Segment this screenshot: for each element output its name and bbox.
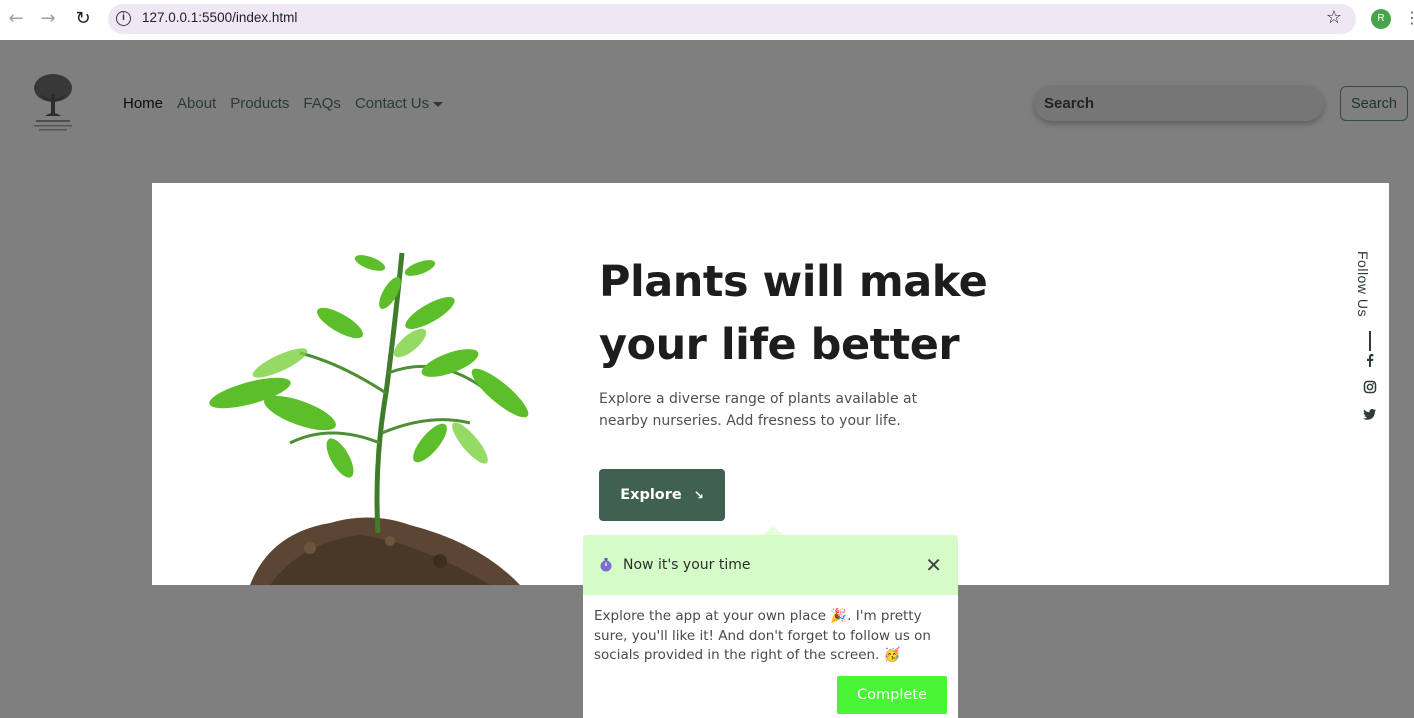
follow-us-label: Follow Us xyxy=(1355,251,1371,317)
hero-headline: Plants will make your life better xyxy=(599,257,988,370)
caret-down-icon xyxy=(433,101,444,107)
nav-about[interactable]: About xyxy=(177,95,216,112)
complete-button[interactable]: Complete xyxy=(837,676,947,714)
forward-arrow-icon[interactable]: → xyxy=(36,8,60,32)
explore-label: Explore xyxy=(620,487,682,503)
browser-toolbar: ← → ↻ i 127.0.0.1:5500/index.html ☆ R ⋮ xyxy=(0,0,1414,40)
popover-title: Now it's your time xyxy=(623,557,751,573)
back-arrow-icon[interactable]: ← xyxy=(4,8,28,32)
popover-header: Now it's your time ✕ xyxy=(583,535,958,595)
tour-popover: Now it's your time ✕ Explore the app at … xyxy=(583,525,958,718)
twitter-icon[interactable] xyxy=(1363,407,1377,421)
site-info-icon[interactable]: i xyxy=(116,11,131,26)
nav-faqs[interactable]: FAQs xyxy=(303,95,341,112)
url-text[interactable]: 127.0.0.1:5500/index.html xyxy=(142,10,297,25)
popover-arrow xyxy=(763,525,783,535)
search-input[interactable] xyxy=(1034,85,1324,121)
nav-contact-label: Contact Us xyxy=(354,95,430,112)
close-icon[interactable]: ✕ xyxy=(925,553,942,578)
nav-contact-dropdown[interactable]: Contact Us xyxy=(354,95,444,112)
bookmark-star-icon[interactable]: ☆ xyxy=(1326,7,1342,28)
plant-image xyxy=(190,243,540,585)
arrow-down-right-icon: ↘ xyxy=(693,488,704,502)
hero-subtext: Explore a diverse range of plants availa… xyxy=(599,391,918,429)
popover-body: Explore the app at your own place 🎉. I'm… xyxy=(594,608,931,663)
reload-icon[interactable]: ↻ xyxy=(71,8,95,32)
address-bar[interactable]: i 127.0.0.1:5500/index.html ☆ xyxy=(108,4,1356,34)
instagram-icon[interactable] xyxy=(1363,380,1377,394)
nav-products[interactable]: Products xyxy=(230,95,289,112)
main-nav: Home About Products FAQs Contact Us xyxy=(123,95,457,112)
stopwatch-icon xyxy=(600,557,612,573)
explore-button[interactable]: Explore ↘ xyxy=(599,469,725,521)
nav-home[interactable]: Home xyxy=(123,95,163,112)
site-logo[interactable] xyxy=(30,72,76,134)
search-button[interactable]: Search xyxy=(1340,86,1408,121)
more-vert-icon[interactable]: ⋮ xyxy=(1404,8,1414,27)
follow-divider xyxy=(1369,331,1371,351)
facebook-icon[interactable] xyxy=(1363,353,1377,367)
profile-avatar[interactable]: R xyxy=(1371,9,1391,29)
